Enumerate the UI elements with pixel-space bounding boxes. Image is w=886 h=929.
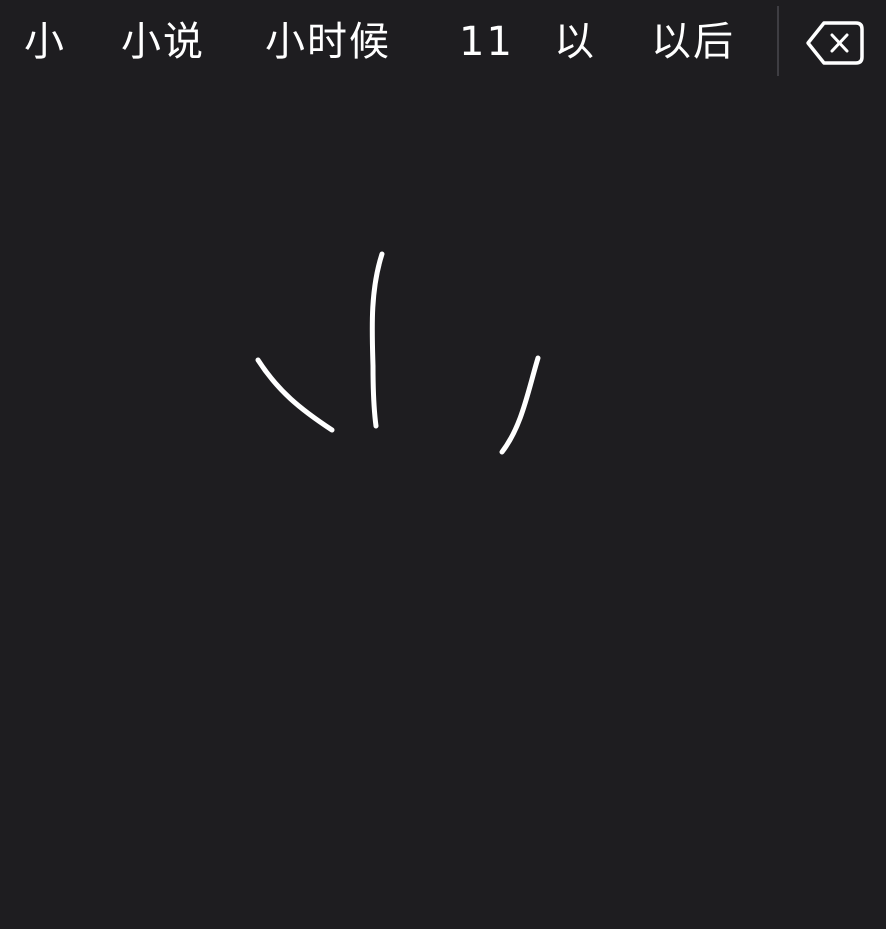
candidate-item[interactable]: 小说 [121, 12, 205, 72]
candidate-bar: 小 小说 小时候 11 以 以后 [0, 0, 886, 86]
candidate-item[interactable]: 11 [459, 12, 514, 72]
handwriting-canvas[interactable] [0, 86, 886, 929]
candidate-item[interactable]: 小 [24, 12, 66, 72]
ink-stroke [499, 355, 541, 455]
delete-button[interactable] [800, 14, 870, 72]
backspace-icon [806, 21, 864, 65]
candidate-item[interactable]: 以 [554, 12, 596, 72]
ink-stroke [369, 251, 385, 429]
candidate-divider [777, 6, 779, 76]
ink-stroke [255, 357, 335, 433]
candidate-item[interactable]: 小时候 [265, 12, 391, 72]
candidate-item[interactable]: 以后 [651, 12, 735, 72]
